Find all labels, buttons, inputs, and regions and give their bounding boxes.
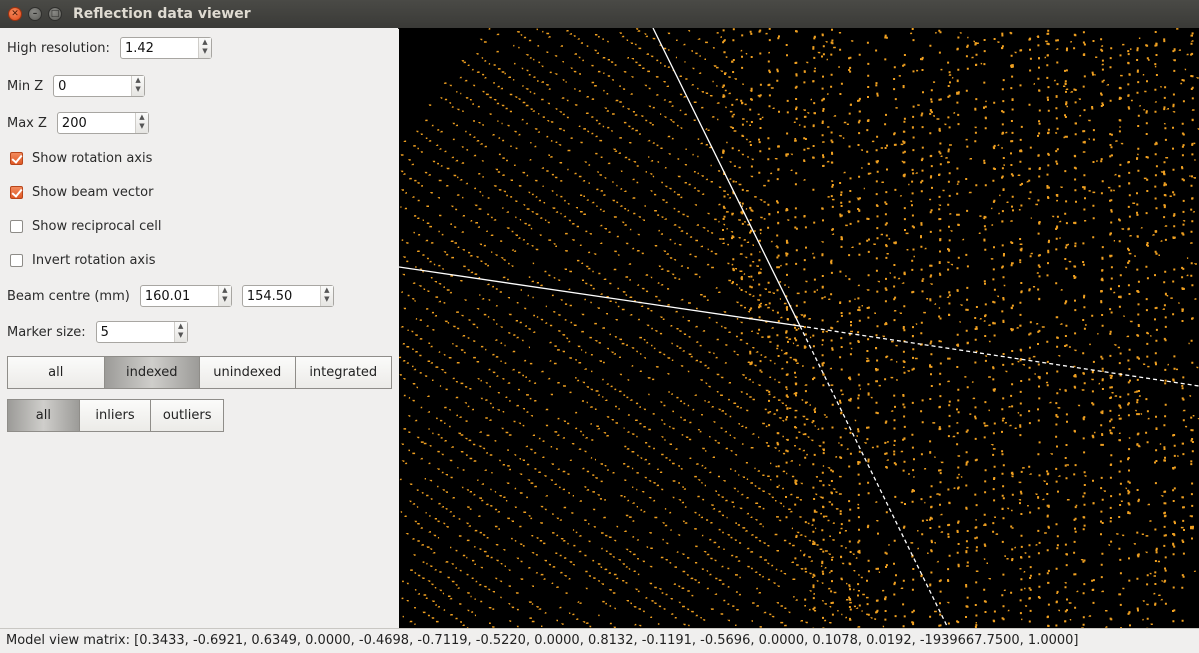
marker-size-spinbox[interactable]: 5 ▲ ▼ [95, 321, 188, 343]
spin-arrows-icon[interactable]: ▲ ▼ [173, 322, 187, 342]
checkbox-checked-icon[interactable] [10, 151, 23, 165]
high-resolution-label: High resolution: [7, 40, 110, 56]
spin-arrows-icon[interactable]: ▲ ▼ [217, 286, 231, 306]
window-title: Reflection data viewer [73, 6, 251, 22]
outlier-filter-group: all inliers outliers [7, 399, 224, 432]
reflection-spot-cloud [399, 28, 1199, 628]
beam-centre-y-spinbox[interactable]: 154.50 ▲ ▼ [241, 285, 334, 307]
filter-all-button[interactable]: all [8, 357, 105, 388]
index-filter-group: all indexed unindexed integrated [7, 356, 392, 389]
max-z-row: Max Z 200 ▲ ▼ [7, 111, 149, 135]
filter-unindexed-button[interactable]: unindexed [200, 357, 296, 388]
invert-rotation-axis-checkbox[interactable]: Invert rotation axis [10, 248, 156, 272]
reflection-viewer-canvas[interactable] [399, 28, 1199, 628]
status-bar: Model view matrix: [0.3433, -0.6921, 0.6… [0, 628, 1199, 653]
show-reciprocal-cell-checkbox[interactable]: Show reciprocal cell [10, 214, 162, 238]
outlier-outliers-button[interactable]: outliers [151, 400, 223, 431]
spin-arrows-icon[interactable]: ▲ ▼ [197, 38, 211, 58]
marker-size-label: Marker size: [7, 324, 86, 340]
model-view-matrix-text: Model view matrix: [0.3433, -0.6921, 0.6… [6, 633, 1079, 648]
close-window-button[interactable]: ✕ [8, 7, 22, 21]
max-z-label: Max Z [7, 115, 47, 131]
outlier-all-button[interactable]: all [8, 400, 80, 431]
min-z-spinbox[interactable]: 0 ▲ ▼ [53, 75, 146, 97]
beam-centre-label: Beam centre (mm) [7, 288, 130, 304]
max-z-value: 200 [61, 116, 87, 131]
title-bar: ✕ – □ Reflection data viewer [0, 0, 1199, 29]
high-resolution-value: 1.42 [124, 41, 154, 56]
checkbox-checked-icon[interactable] [10, 185, 23, 199]
max-z-spinbox[interactable]: 200 ▲ ▼ [56, 112, 149, 134]
filter-integrated-button[interactable]: integrated [295, 357, 391, 388]
control-panel: High resolution: 1.42 ▲ ▼ Min Z 0 ▲ ▼ Max … [0, 28, 398, 628]
min-z-label: Min Z [7, 78, 44, 94]
axis-lines [399, 28, 1199, 627]
invert-rotation-axis-label: Invert rotation axis [32, 252, 156, 268]
checkbox-unchecked-icon[interactable] [10, 219, 23, 233]
spin-arrows-icon[interactable]: ▲ ▼ [131, 76, 145, 96]
min-z-value: 0 [58, 79, 67, 94]
spin-arrows-icon[interactable]: ▲ ▼ [319, 286, 333, 306]
beam-centre-x-spinbox[interactable]: 160.01 ▲ ▼ [139, 285, 232, 307]
beam-centre-y-value: 154.50 [246, 289, 293, 304]
reflection-spots [399, 28, 1199, 628]
rotation-axis-line-dashed [799, 325, 948, 627]
minimize-window-button[interactable]: – [28, 7, 42, 21]
maximize-window-button[interactable]: □ [48, 7, 62, 21]
beam-centre-row: Beam centre (mm) 160.01 ▲ ▼ 154.50 ▲ ▼ [7, 284, 334, 308]
show-rotation-axis-label: Show rotation axis [32, 150, 153, 166]
high-resolution-spinbox[interactable]: 1.42 ▲ ▼ [119, 37, 212, 59]
spin-arrows-icon[interactable]: ▲ ▼ [134, 113, 148, 133]
marker-size-value: 5 [100, 325, 109, 340]
show-beam-vector-checkbox[interactable]: Show beam vector [10, 180, 153, 204]
beam-vector-line-dashed [799, 325, 1199, 387]
show-rotation-axis-checkbox[interactable]: Show rotation axis [10, 146, 152, 170]
high-resolution-row: High resolution: 1.42 ▲ ▼ [7, 36, 212, 60]
beam-centre-x-value: 160.01 [144, 289, 191, 304]
show-reciprocal-cell-label: Show reciprocal cell [32, 218, 162, 234]
beam-vector-line [399, 266, 801, 327]
min-z-row: Min Z 0 ▲ ▼ [7, 74, 146, 98]
show-beam-vector-label: Show beam vector [32, 184, 154, 200]
marker-size-row: Marker size: 5 ▲ ▼ [7, 320, 188, 344]
reflection-plot[interactable] [399, 28, 1199, 628]
filter-indexed-button[interactable]: indexed [104, 357, 200, 388]
outlier-inliers-button[interactable]: inliers [79, 400, 152, 431]
checkbox-unchecked-icon[interactable] [10, 253, 23, 267]
